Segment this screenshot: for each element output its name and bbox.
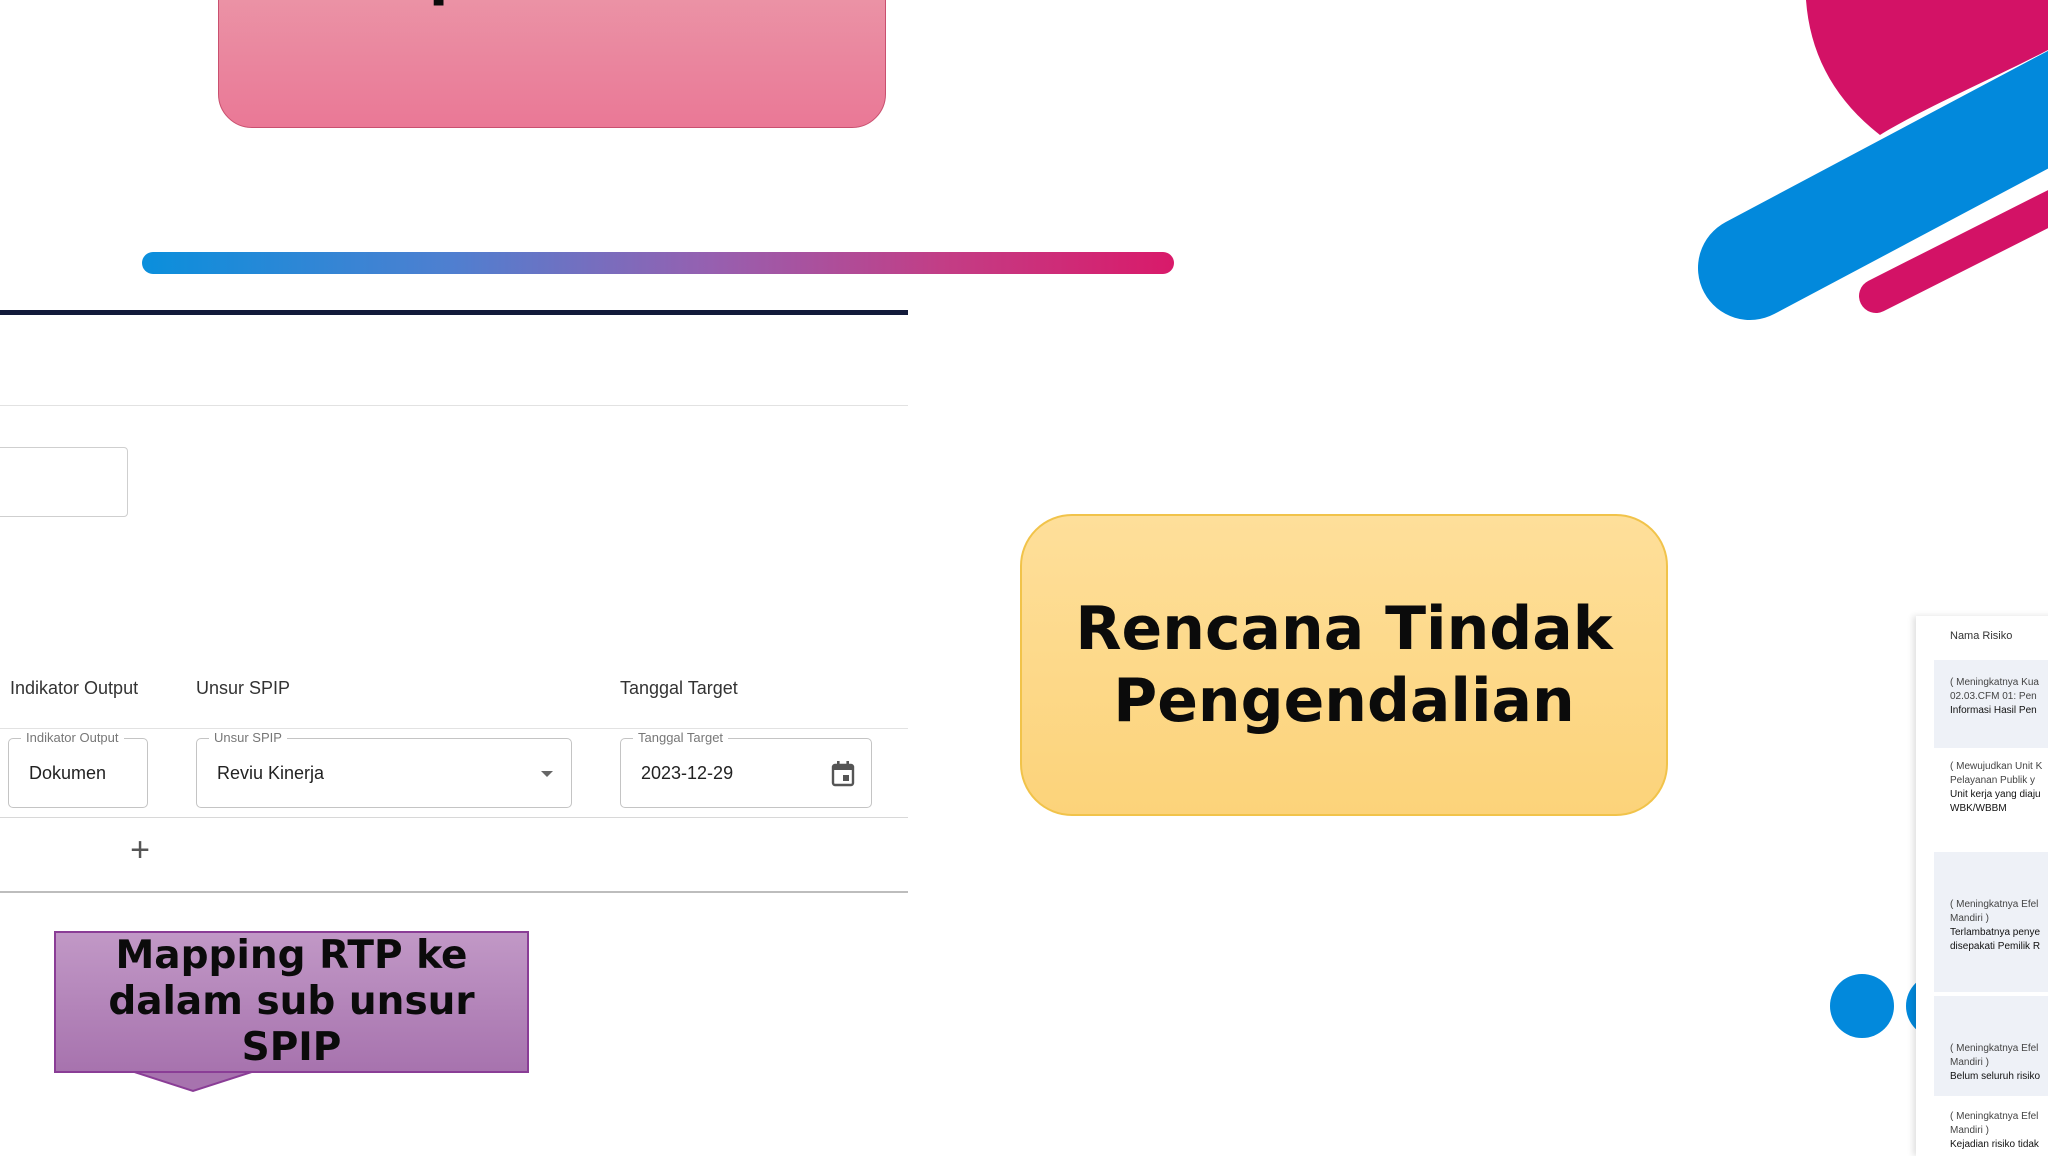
- tanggal-target-field[interactable]: Tanggal Target 2023-12-29: [620, 730, 872, 808]
- risk-row-line: ( Meningkatnya Kua: [1950, 677, 2039, 688]
- risk-table-header: Nama Risiko: [1950, 630, 2013, 642]
- partial-text-input[interactable]: [0, 447, 128, 517]
- risk-row-name: WBK/WBBM: [1950, 803, 2007, 814]
- risk-row-name: Kejadian risiko tidak: [1950, 1139, 2039, 1150]
- indikator-output-label: Indikator Output: [21, 730, 124, 745]
- title-respons-risiko-text: Respons Risiko: [219, 0, 885, 8]
- callout-mapping-rtp-text: Mapping RTP ke dalam sub unsur SPIP: [108, 933, 475, 1070]
- risk-row-line: Mandiri ): [1950, 1057, 1989, 1068]
- row-top-divider: [0, 728, 908, 729]
- unsur-spip-select[interactable]: Unsur SPIP Reviu Kinerja: [196, 730, 572, 808]
- tanggal-target-label: Tanggal Target: [633, 730, 729, 745]
- column-header-tanggal-target: Tanggal Target: [620, 678, 738, 698]
- gradient-divider: [142, 252, 1174, 274]
- table-bottom-border: [0, 891, 908, 893]
- unsur-spip-label: Unsur SPIP: [209, 730, 287, 745]
- risk-row-name: disepakati Pemilik R: [1950, 941, 2041, 952]
- risk-row-name: Belum seluruh risiko: [1950, 1071, 2041, 1082]
- indikator-output-value: Dokumen: [29, 763, 107, 783]
- risk-row-name: Unit kerja yang diaju: [1950, 789, 2041, 800]
- table-row[interactable]: ( Meningkatnya Efel Mandiri ) Kejadian r…: [1934, 1096, 2048, 1156]
- title-rencana-tindak-pengendalian: Rencana Tindak Pengendalian: [1020, 514, 1668, 816]
- column-header-unsur-spip: Unsur SPIP: [196, 678, 291, 698]
- decorative-circle: [1830, 974, 1894, 1038]
- calendar-icon[interactable]: [831, 761, 855, 787]
- title-respons-risiko: Respons Risiko: [218, 0, 886, 128]
- indikator-output-field[interactable]: Indikator Output Dokumen: [8, 730, 148, 808]
- risk-row-name: Terlambatnya penye: [1950, 927, 2041, 938]
- risk-row-line: ( Mewujudkan Unit K: [1950, 761, 2043, 772]
- risk-row-line: 02.03.CFM 01: Pen: [1950, 691, 2037, 702]
- risk-row-line: Pelayanan Publik y: [1950, 775, 2036, 786]
- callout-mapping-rtp: Mapping RTP ke dalam sub unsur SPIP: [54, 931, 529, 1073]
- table-row[interactable]: ( Meningkatnya Kua 02.03.CFM 01: Pen Inf…: [1934, 660, 2048, 748]
- risk-row-line: ( Meningkatnya Efel: [1950, 1111, 2039, 1122]
- table-row[interactable]: ( Mewujudkan Unit K Pelayanan Publik y U…: [1934, 750, 2048, 850]
- form-divider: [0, 405, 908, 406]
- plus-icon[interactable]: +: [127, 833, 153, 867]
- risk-row-name: Informasi Hasil Pen: [1950, 705, 2037, 716]
- form-top-border: [0, 310, 908, 315]
- tanggal-target-value: 2023-12-29: [641, 763, 734, 783]
- unsur-spip-value: Reviu Kinerja: [217, 763, 325, 783]
- risk-row-line: Mandiri ): [1950, 913, 1989, 924]
- risk-row-line: ( Meningkatnya Efel: [1950, 1043, 2039, 1054]
- column-header-indikator-output: Indikator Output: [10, 678, 139, 698]
- chevron-down-icon[interactable]: [541, 771, 553, 777]
- row-bottom-divider: [0, 817, 908, 818]
- decorative-shapes: [1698, 0, 2048, 320]
- table-row[interactable]: ( Meningkatnya Efel Mandiri ) Terlambatn…: [1934, 852, 2048, 992]
- risk-table: Nama Risiko ( Meningkatnya Kua 02.03.CFM…: [1916, 616, 2048, 1156]
- risk-row-line: Mandiri ): [1950, 1125, 1989, 1136]
- risk-row-line: ( Meningkatnya Efel: [1950, 899, 2039, 910]
- title-rencana-tindak-pengendalian-text: Rencana Tindak Pengendalian: [1075, 594, 1613, 736]
